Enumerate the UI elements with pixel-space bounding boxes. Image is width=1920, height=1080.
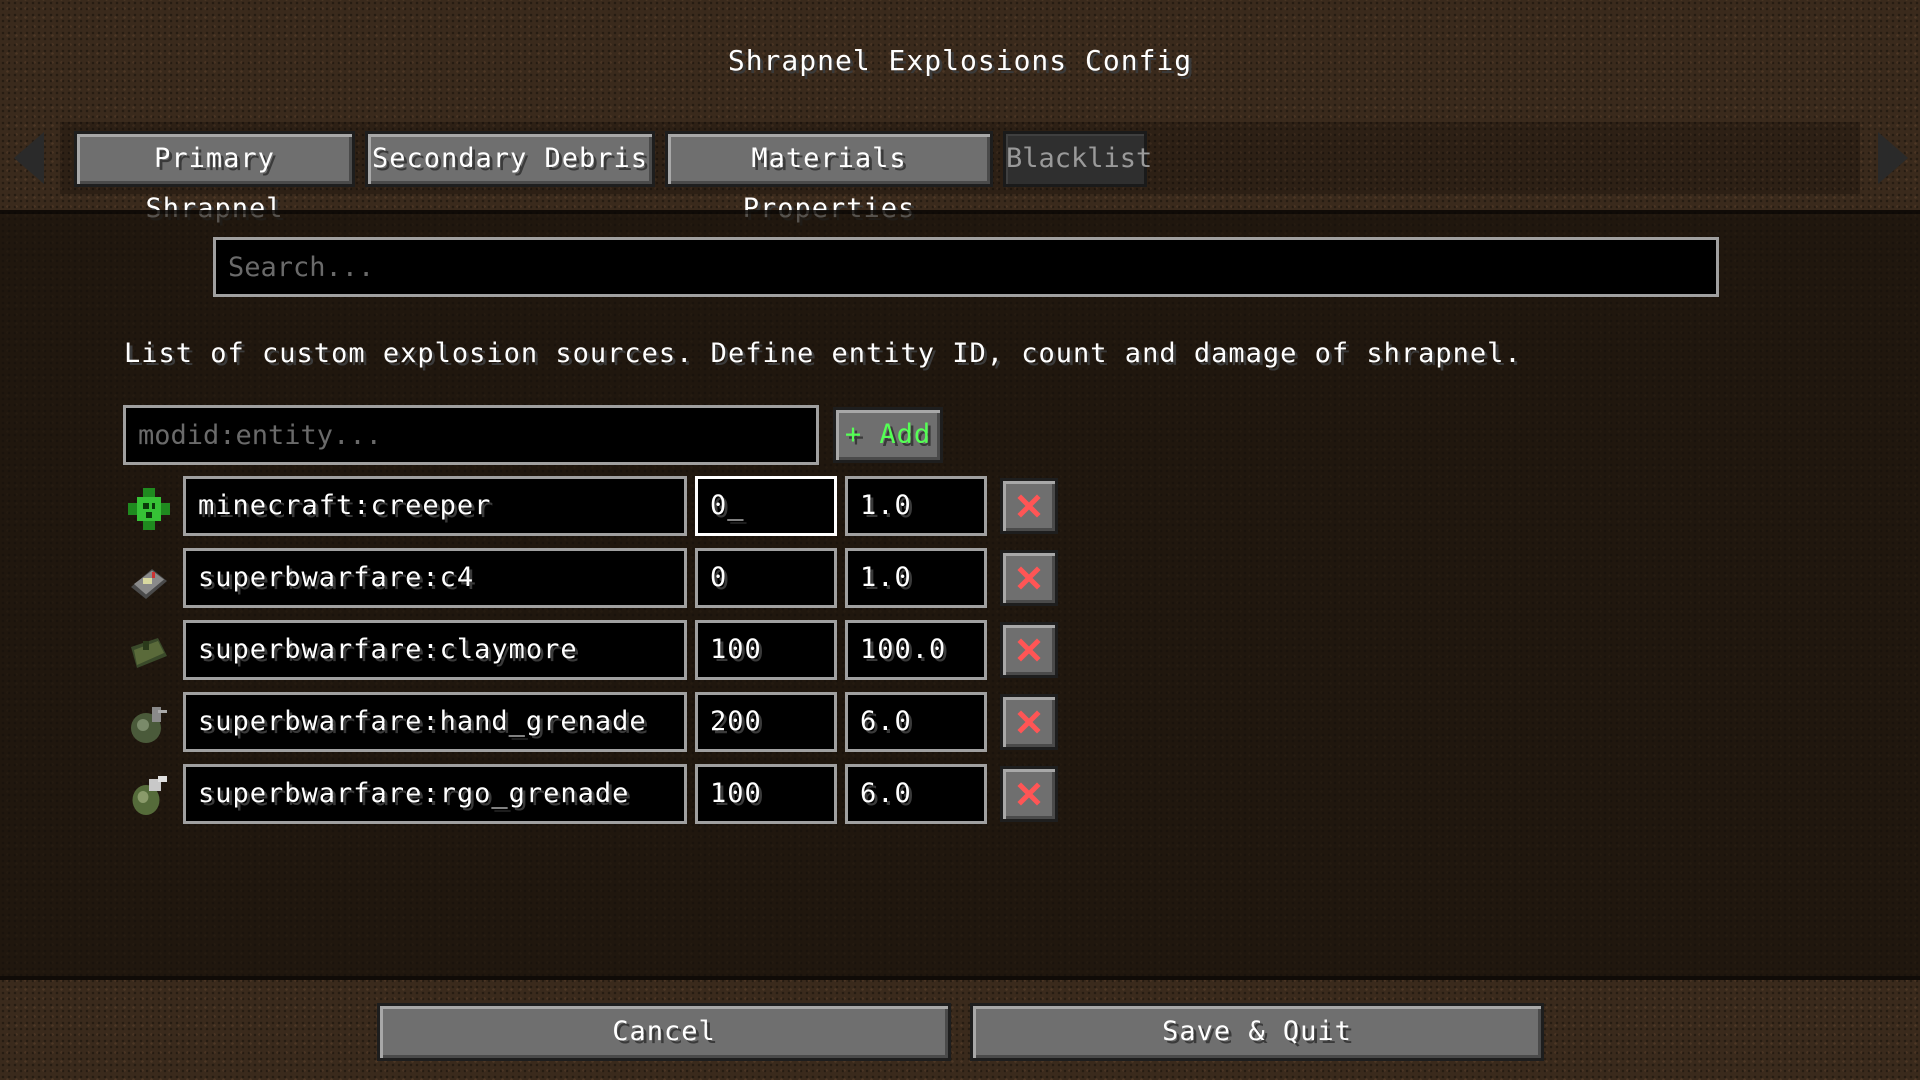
entry-count-field[interactable]: 0_: [695, 476, 837, 536]
entry-row: superbwarfare:claymore 100 100.0: [0, 620, 1920, 680]
entry-entity-id[interactable]: superbwarfare:claymore: [183, 620, 687, 680]
delete-entry-button[interactable]: [1000, 622, 1058, 678]
tab-materials-properties[interactable]: Materials Properties: [665, 131, 993, 224]
entry-count-field[interactable]: 0: [695, 548, 837, 608]
entry-row: superbwarfare:rgo_grenade 100 6.0: [0, 764, 1920, 824]
c4-icon: [131, 569, 167, 599]
delete-entry-button[interactable]: [1000, 550, 1058, 606]
entry-damage-field[interactable]: 100.0: [845, 620, 987, 680]
close-icon: [1017, 494, 1041, 518]
cancel-button[interactable]: Cancel: [377, 1003, 951, 1061]
entry-row: superbwarfare:c4 0 1.0: [0, 548, 1920, 608]
screen-title: Shrapnel Explosions Config: [727, 44, 1193, 77]
scroll-left-arrow-icon[interactable]: [14, 132, 44, 184]
claymore-icon: [131, 638, 167, 668]
entry-damage-field[interactable]: 6.0: [845, 764, 987, 824]
entry-row: superbwarfare:hand_grenade 200 6.0: [0, 692, 1920, 752]
tab-secondary-debris[interactable]: Secondary Debris: [365, 131, 655, 187]
search-input[interactable]: [213, 237, 1719, 297]
close-icon: [1017, 710, 1041, 734]
creeper-icon: [128, 488, 170, 530]
hand-grenade-icon: [131, 707, 167, 743]
entity-id-input[interactable]: [123, 405, 819, 465]
rgo-grenade-icon: [132, 776, 167, 815]
delete-entry-button[interactable]: [1000, 694, 1058, 750]
tab-blacklist[interactable]: Blacklist: [1003, 131, 1152, 187]
entry-entity-id[interactable]: minecraft:creeper: [183, 476, 687, 536]
save-and-quit-button[interactable]: Save & Quit: [970, 1003, 1544, 1061]
close-icon: [1017, 782, 1041, 806]
scroll-right-arrow-icon[interactable]: [1878, 132, 1908, 184]
entry-row: minecraft:creeper 0_ 1.0: [0, 476, 1920, 536]
entry-count-field[interactable]: 100: [695, 764, 837, 824]
entry-damage-field[interactable]: 1.0: [845, 476, 987, 536]
delete-entry-button[interactable]: [1000, 766, 1058, 822]
entry-damage-field[interactable]: 6.0: [845, 692, 987, 752]
entry-entity-id[interactable]: superbwarfare:rgo_grenade: [183, 764, 687, 824]
entry-count-field[interactable]: 100: [695, 620, 837, 680]
tab-primary-shrapnel[interactable]: Primary Shrapnel: [74, 131, 355, 224]
entry-entity-id[interactable]: superbwarfare:c4: [183, 548, 687, 608]
entry-count-field[interactable]: 200: [695, 692, 837, 752]
description-text: List of custom explosion sources. Define…: [124, 338, 1522, 369]
close-icon: [1017, 566, 1041, 590]
entry-entity-id[interactable]: superbwarfare:hand_grenade: [183, 692, 687, 752]
entry-damage-field[interactable]: 1.0: [845, 548, 987, 608]
delete-entry-button[interactable]: [1000, 478, 1058, 534]
add-button[interactable]: + Add: [833, 407, 943, 463]
footer: [0, 980, 1920, 1080]
close-icon: [1017, 638, 1041, 662]
